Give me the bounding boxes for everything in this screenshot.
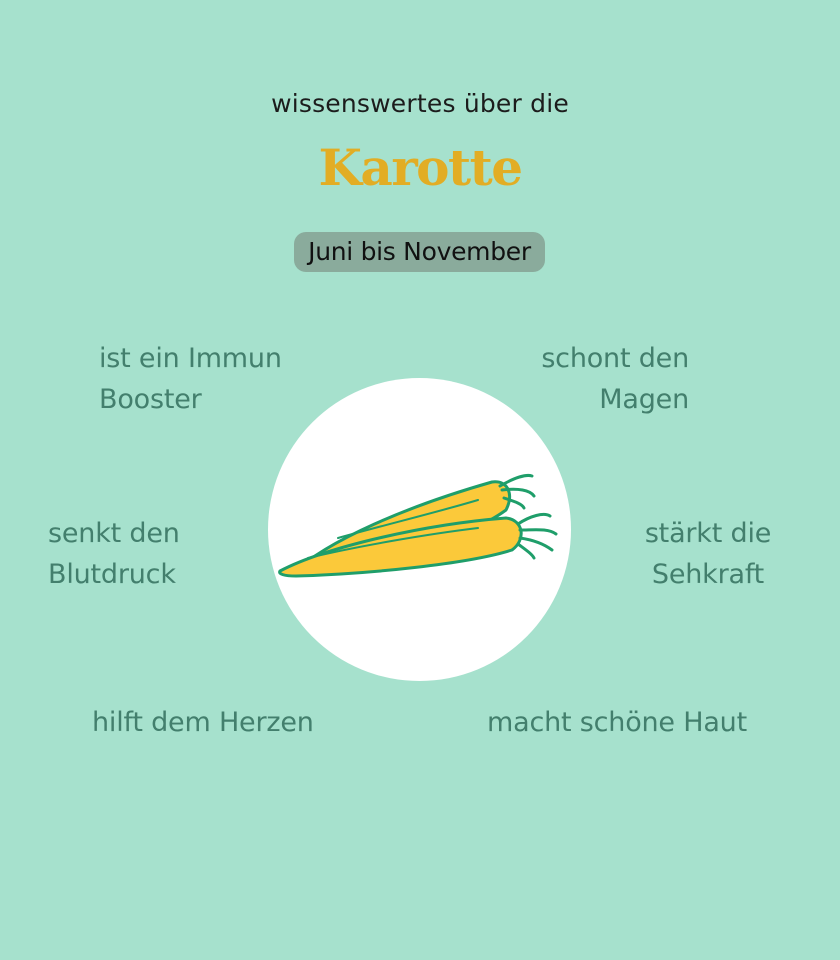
intro-text: wissenswertes über die [271, 89, 569, 118]
fact-eyesight: stärkt die Sehkraft [644, 518, 772, 590]
fact-skin: macht schöne Haut [487, 707, 747, 738]
fact-heart: hilft dem Herzen [92, 707, 314, 738]
season-badge: Juni bis November [294, 232, 545, 272]
carrot-icon [278, 474, 558, 578]
fact-immune-booster: ist ein Immun Booster [99, 343, 282, 415]
fact-blood-pressure: senkt den Blutdruck [48, 518, 180, 590]
page-title: Karotte [318, 138, 523, 197]
